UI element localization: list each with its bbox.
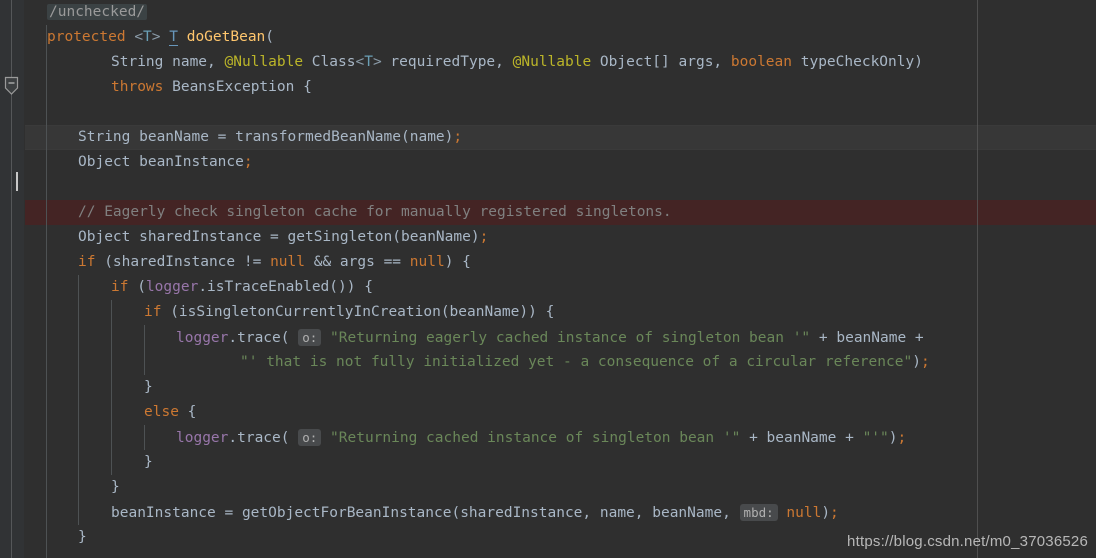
code-string-literal: "Returning cached instance of singleton …: [330, 430, 741, 446]
code-token: ;: [479, 229, 489, 245]
code-token: String name,: [111, 54, 225, 70]
code-token: beanInstance = getObjectForBeanInstance(…: [111, 505, 740, 521]
code-token: typeCheckOnly): [792, 54, 923, 70]
code-keyword: else: [144, 404, 179, 420]
code-token: + beanName +: [810, 330, 924, 346]
code-token: (: [128, 279, 146, 295]
code-keyword: null: [409, 254, 445, 270]
code-method-name: doGetBean: [186, 29, 266, 45]
code-token: }: [144, 454, 153, 470]
code-keyword: null: [270, 254, 305, 270]
code-line[interactable]: }: [0, 375, 153, 400]
text-caret: [16, 172, 18, 191]
parameter-hint-chip[interactable]: o:: [298, 429, 322, 446]
code-line[interactable]: if (logger.isTraceEnabled()) {: [0, 275, 373, 300]
code-line[interactable]: String beanName = transformedBeanName(na…: [0, 125, 462, 150]
code-token: Object beanInstance: [78, 154, 244, 170]
code-line[interactable]: if (isSingletonCurrentlyInCreation(beanN…: [0, 300, 554, 325]
code-field: logger: [176, 330, 229, 346]
code-token: ): [888, 430, 898, 446]
code-line[interactable]: throws BeansException {: [0, 75, 312, 100]
code-string-literal: "'": [862, 430, 889, 446]
code-keyword: throws: [111, 79, 164, 95]
code-token: T: [143, 29, 152, 45]
code-token: >: [151, 29, 170, 45]
code-line[interactable]: beanInstance = getObjectForBeanInstance(…: [0, 500, 839, 525]
code-token: ;: [453, 129, 463, 145]
code-token: ;: [243, 154, 253, 170]
code-token: .trace(: [228, 330, 299, 346]
code-keyword: boolean: [730, 54, 792, 70]
parameter-hint-chip[interactable]: mbd:: [739, 504, 778, 521]
code-token: ;: [830, 505, 839, 521]
code-string-literal: "Returning eagerly cached instance of si…: [330, 330, 811, 346]
code-keyword: if: [144, 304, 162, 320]
code-comment: // Eagerly check singleton cache for man…: [78, 204, 672, 220]
code-annotation: @Nullable: [512, 54, 592, 70]
code-line[interactable]: [0, 100, 78, 125]
code-field: logger: [145, 279, 199, 295]
code-string-literal: "' that is not fully initialized yet - a…: [240, 354, 913, 370]
code-token: <: [134, 29, 144, 45]
code-line[interactable]: "' that is not fully initialized yet - a…: [0, 350, 930, 375]
code-token: && args ==: [305, 254, 410, 270]
code-line[interactable]: if (sharedInstance != null && args == nu…: [0, 250, 471, 275]
code-keyword: null: [786, 505, 822, 521]
code-token: T: [169, 29, 178, 46]
code-line[interactable]: String name, @Nullable Class<T> required…: [0, 50, 923, 75]
code-line[interactable]: logger.trace( o: "Returning eagerly cach…: [0, 325, 924, 350]
code-token: Object[] args,: [591, 54, 731, 70]
code-token: String beanName = transformedBeanName(na…: [78, 129, 454, 145]
code-annotation: @Nullable: [224, 54, 304, 70]
code-token: .isTraceEnabled()) {: [198, 279, 373, 295]
code-token: {: [178, 404, 197, 420]
code-line[interactable]: }: [0, 450, 153, 475]
code-token: ) {: [444, 254, 471, 270]
code-token: }: [78, 529, 87, 545]
code-token: <: [355, 54, 365, 70]
code-token: }: [144, 379, 153, 395]
code-surface[interactable]: /unchecked/protected <T> T doGetBean(Str…: [0, 0, 1096, 558]
code-line[interactable]: [0, 175, 78, 200]
code-line[interactable]: /unchecked/: [0, 0, 148, 25]
code-token: ;: [920, 354, 930, 370]
code-token: >: [372, 54, 382, 70]
code-token: Object sharedInstance = getSingleton(bea…: [78, 229, 480, 245]
code-token: }: [111, 479, 120, 495]
code-line[interactable]: else {: [0, 400, 196, 425]
parameter-hint-chip[interactable]: o:: [298, 329, 322, 346]
code-keyword: if: [111, 279, 129, 295]
watermark-url: https://blog.csdn.net/m0_37036526: [847, 533, 1088, 550]
code-token: ): [821, 505, 831, 521]
folded-region-placeholder[interactable]: /unchecked/: [47, 4, 148, 20]
code-token: + beanName +: [740, 430, 863, 446]
code-token: ;: [897, 430, 907, 446]
code-field: logger: [176, 430, 229, 446]
code-line[interactable]: // Eagerly check singleton cache for man…: [0, 200, 672, 225]
code-line[interactable]: }: [0, 475, 120, 500]
code-line[interactable]: protected <T> T doGetBean(: [0, 25, 274, 50]
code-keyword: protected: [47, 29, 135, 45]
code-token: requiredType,: [381, 54, 513, 70]
code-token: (sharedInstance !=: [95, 254, 271, 270]
code-token: ): [912, 354, 921, 370]
code-line[interactable]: logger.trace( o: "Returning cached insta…: [0, 425, 906, 450]
code-token: Class: [303, 54, 356, 70]
code-token: BeansException {: [163, 79, 312, 95]
code-line[interactable]: }: [0, 525, 87, 550]
code-token: (: [265, 29, 275, 45]
code-line[interactable]: Object sharedInstance = getSingleton(bea…: [0, 225, 488, 250]
code-token: (isSingletonCurrentlyInCreation(beanName…: [161, 304, 555, 320]
code-token: T: [364, 54, 373, 70]
code-token: .trace(: [228, 430, 299, 446]
code-editor[interactable]: /unchecked/protected <T> T doGetBean(Str…: [0, 0, 1096, 558]
code-keyword: if: [78, 254, 96, 270]
code-line[interactable]: Object beanInstance;: [0, 150, 253, 175]
